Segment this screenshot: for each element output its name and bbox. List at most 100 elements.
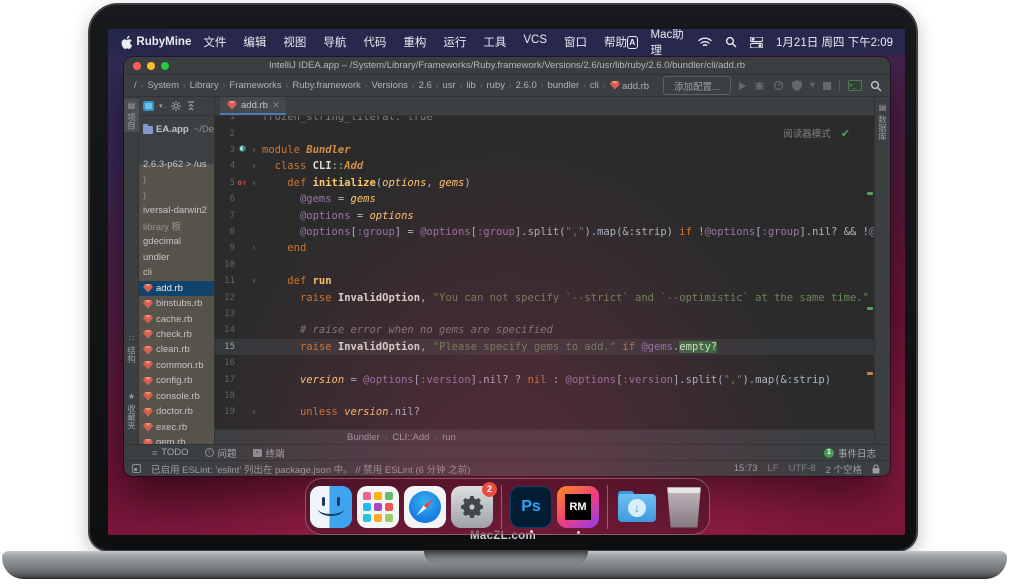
caret-position[interactable]: 15:73: [734, 463, 758, 474]
project-view-icon[interactable]: [143, 101, 154, 111]
fold-marker[interactable]: ∨: [249, 179, 259, 187]
apple-menu-icon[interactable]: [120, 35, 132, 50]
profiler-icon[interactable]: [773, 80, 784, 91]
spotlight-search-icon[interactable]: [725, 36, 737, 48]
tree-row-cli[interactable]: cli: [139, 265, 215, 280]
control-center-icon[interactable]: [750, 37, 763, 48]
coverage-icon[interactable]: [792, 80, 802, 91]
fold-marker[interactable]: ∨: [249, 162, 259, 170]
editor-breadcrumbs[interactable]: Bundler›CLI::Add›run: [215, 429, 874, 444]
tree-row-config.rb[interactable]: config.rb: [139, 373, 215, 388]
editor-breadcrumb-CLIAdd[interactable]: CLI::Add: [392, 432, 429, 443]
menu-item-VCS[interactable]: VCS: [523, 34, 547, 50]
menu-app-name[interactable]: RubyMine: [136, 36, 191, 48]
tree-row-exec.rb[interactable]: exec.rb: [139, 420, 215, 435]
tab-add-rb[interactable]: add.rb ✕: [220, 97, 286, 115]
window-titlebar[interactable]: IntelliJ IDEA.app – /System/Library/Fram…: [124, 57, 890, 75]
menu-item-文件[interactable]: 文件: [203, 34, 226, 50]
tool-strip-tab-项目[interactable]: ▤项目: [124, 99, 139, 132]
menu-item-导航[interactable]: 导航: [323, 34, 346, 50]
tree-row-[interactable]: ): [139, 188, 215, 203]
breadcrumb-cli[interactable]: cli: [590, 80, 599, 91]
breadcrumb-ruby[interactable]: ruby: [487, 80, 505, 91]
dock-icon-finder[interactable]: [310, 486, 352, 528]
tree-row-common.rb[interactable]: common.rb: [139, 358, 215, 373]
ide-status-icon[interactable]: [132, 464, 141, 473]
breadcrumb-usr[interactable]: usr: [442, 80, 455, 91]
editor-breadcrumb-run[interactable]: run: [442, 432, 456, 443]
tool-strip-tab-结构[interactable]: ∷结构: [124, 332, 139, 365]
tree-row-binstubs.rb[interactable]: binstubs.rb: [139, 296, 215, 311]
tab-close-icon[interactable]: ✕: [272, 100, 280, 111]
tree-row-add.rb[interactable]: add.rb: [139, 281, 215, 296]
tree-row-library[interactable]: library 根: [139, 219, 215, 234]
run-button[interactable]: [739, 82, 746, 90]
tree-row-gdecimal[interactable]: gdecimal: [139, 234, 215, 249]
dock-icon-photoshop[interactable]: Ps: [510, 486, 552, 528]
fold-marker[interactable]: ∨: [249, 277, 259, 285]
menu-clock[interactable]: 1月21日 周四 下午2:09: [776, 34, 893, 50]
breadcrumb-bundler[interactable]: bundler: [547, 80, 579, 91]
tree-row-doctor.rb[interactable]: doctor.rb: [139, 404, 215, 419]
line-separator[interactable]: LF: [768, 463, 779, 474]
editor-breadcrumb-Bundler[interactable]: Bundler: [347, 432, 380, 443]
breadcrumb-2.6.0[interactable]: 2.6.0: [516, 80, 537, 91]
menu-item-工具[interactable]: 工具: [483, 34, 506, 50]
stop-button[interactable]: [823, 82, 831, 90]
breadcrumb-Versions[interactable]: Versions: [371, 80, 407, 91]
project-view-dropdown-icon[interactable]: ▾..: [159, 102, 166, 110]
code-editor[interactable]: 阅读器模式 ✔ 1frozen_string_literal: true23∨m…: [215, 116, 874, 429]
menu-item-重构[interactable]: 重构: [403, 34, 426, 50]
menu-item-帮助[interactable]: 帮助: [604, 34, 627, 50]
breadcrumb-lib[interactable]: lib: [466, 80, 476, 91]
fold-marker[interactable]: ∧: [249, 244, 259, 252]
dock-icon-system-preferences[interactable]: 2: [451, 486, 493, 528]
todo-toolwindow[interactable]: ≡TODO: [152, 447, 189, 458]
settings-gear-icon[interactable]: [171, 101, 181, 111]
menu-item-窗口[interactable]: 窗口: [564, 34, 587, 50]
lock-icon[interactable]: [872, 464, 880, 474]
file-encoding[interactable]: UTF-8: [789, 463, 816, 474]
menu-item-运行[interactable]: 运行: [443, 34, 466, 50]
wifi-icon[interactable]: [698, 37, 712, 48]
tool-strip-tab-数据库[interactable]: ▤数据库: [875, 101, 890, 143]
close-button[interactable]: [133, 62, 141, 70]
dock-icon-rubymine[interactable]: RM: [557, 486, 599, 528]
tree-row-gem.rb[interactable]: gem.rb: [139, 435, 215, 444]
input-source-icon[interactable]: A: [627, 36, 637, 49]
indent-style[interactable]: 2 个空格: [826, 462, 862, 476]
run-anything-icon[interactable]: >_: [848, 80, 862, 91]
terminal-toolwindow[interactable]: ›终端: [253, 446, 285, 460]
dock-icon-trash[interactable]: [663, 486, 705, 528]
breadcrumb-Ruby.framework[interactable]: Ruby.framework: [292, 80, 360, 91]
add-configuration-button[interactable]: 添加配置...: [663, 76, 731, 95]
breadcrumb-2.6[interactable]: 2.6: [419, 80, 432, 91]
breadcrumb-System[interactable]: System: [147, 80, 179, 91]
tree-row-2.6.3p62us[interactable]: 2.6.3-p62 > /us: [139, 157, 215, 172]
chevron-down-icon[interactable]: ▾: [810, 80, 815, 91]
problems-toolwindow[interactable]: !问题: [205, 446, 237, 460]
dock-icon-safari[interactable]: [404, 486, 446, 528]
event-log-toolwindow[interactable]: 1 事件日志: [824, 446, 876, 460]
collapse-all-icon[interactable]: [186, 101, 196, 111]
breadcrumb-Library[interactable]: Library: [190, 80, 219, 91]
project-root-row[interactable]: EA.app~/Deskt: [139, 122, 215, 137]
debug-icon[interactable]: [754, 80, 765, 91]
dock-icon-downloads-folder[interactable]: ↓: [616, 486, 658, 528]
minimize-button[interactable]: [147, 62, 155, 70]
breadcrumb-[interactable]: /: [134, 80, 137, 91]
search-everywhere-icon[interactable]: [870, 80, 882, 92]
tool-strip-tab-收藏夹[interactable]: ★收藏夹: [124, 390, 139, 432]
tree-row-[interactable]: ): [139, 172, 215, 187]
menu-item-视图[interactable]: 视图: [283, 34, 306, 50]
assistant-menu[interactable]: Mac助理: [651, 29, 686, 58]
tree-row-check.rb[interactable]: check.rb: [139, 327, 215, 342]
tree-row-clean.rb[interactable]: clean.rb: [139, 342, 215, 357]
breadcrumb-Frameworks[interactable]: Frameworks: [229, 80, 281, 91]
tree-row-cache.rb[interactable]: cache.rb: [139, 312, 215, 327]
tree-row-console.rb[interactable]: console.rb: [139, 389, 215, 404]
dock-icon-launchpad[interactable]: [357, 486, 399, 528]
fullscreen-button[interactable]: [161, 62, 169, 70]
tree-row-iversaldarwin2[interactable]: iversal-darwin2: [139, 203, 215, 218]
breadcrumb-add.rb[interactable]: add.rb: [610, 80, 650, 92]
